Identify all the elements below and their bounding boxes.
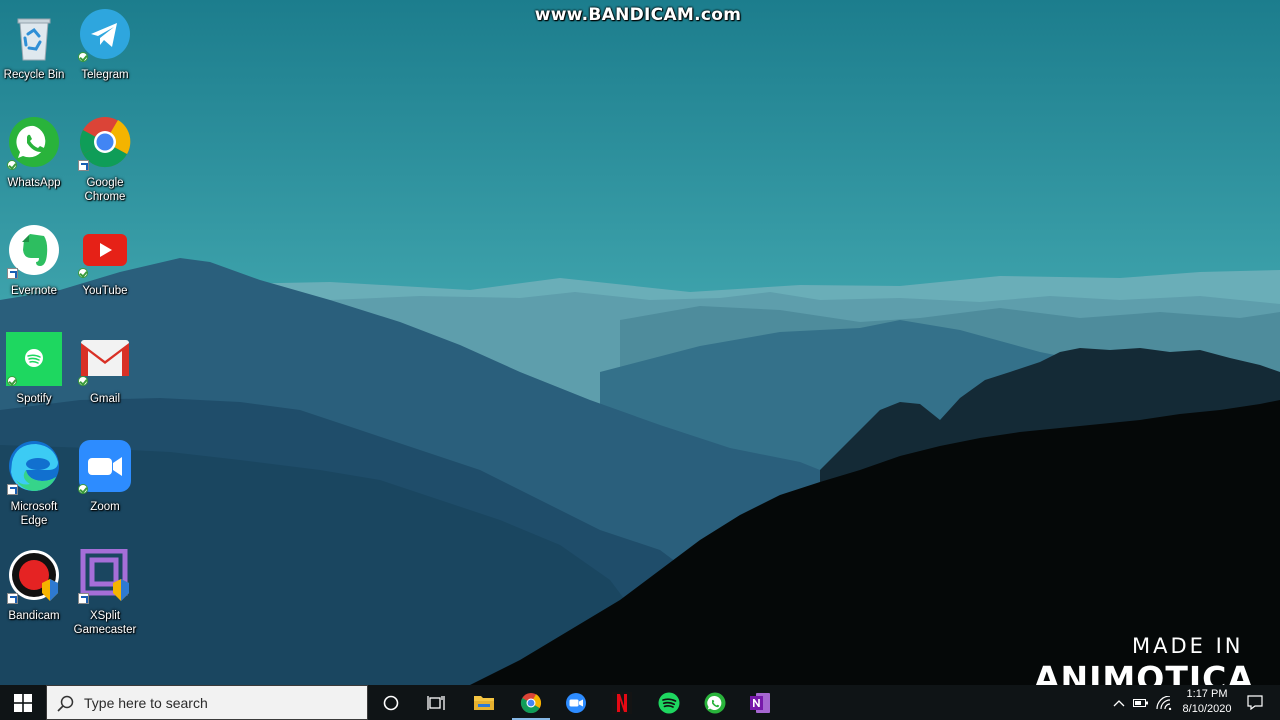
sync-status-icon [7,376,17,386]
desktop-icon-telegram[interactable]: Telegram [69,8,141,112]
sync-status-icon [7,160,17,170]
desktop-icon-youtube[interactable]: YouTube [69,224,141,328]
whatsapp-icon [704,692,726,713]
desktop-icon-zoom[interactable]: Zoom [69,440,141,544]
shortcut-arrow-icon [78,593,89,604]
desktop-icon-whatsapp[interactable]: WhatsApp [0,116,70,220]
sync-status-icon [78,52,88,62]
desktop-wallpaper [0,0,1280,685]
desktop-icon-label: Recycle Bin [3,69,65,81]
taskbar-spotify[interactable] [646,685,692,720]
netflix-icon [612,691,632,714]
sync-status-icon [78,376,88,386]
zoom-icon [566,692,586,713]
clock-date: 8/10/2020 [1182,703,1232,715]
taskbar: Type here to search 1:17 PM 8/10/2020 [0,685,1280,720]
taskbar-netflix[interactable] [599,685,645,720]
desktop-icon-spotify[interactable]: Spotify [0,332,70,436]
action-center-icon [1247,695,1263,710]
desktop-icon-label: Telegram [81,69,129,81]
taskbar-onenote[interactable] [737,685,783,720]
sync-status-icon [78,484,88,494]
taskbar-clock[interactable]: 1:17 PM 8/10/2020 [1178,687,1236,719]
chevron-up-icon [1113,699,1125,706]
clock-time: 1:17 PM [1186,688,1228,700]
chrome-icon [520,692,542,713]
bandicam-watermark: www.BANDICAM.com [534,5,742,25]
battery-icon [1133,698,1148,707]
show-hidden-icons-button[interactable] [1110,685,1128,720]
desktop-icon-evernote[interactable]: Evernote [0,224,70,328]
desktop-icon-recycle-bin[interactable]: Recycle Bin [0,8,70,112]
desktop-icon-label: Zoom [90,501,120,513]
desktop-icon-label: Spotify [16,393,52,405]
action-center-button[interactable] [1242,685,1268,720]
start-button[interactable] [0,685,46,720]
desktop-icon-gmail[interactable]: Gmail [69,332,141,436]
sync-status-icon [78,268,88,278]
desktop-icon-bandicam[interactable]: Bandicam [0,549,70,653]
search-icon [57,695,74,712]
wifi-icon [1156,695,1172,710]
desktop-icon-label: WhatsApp [7,177,61,189]
taskbar-file-explorer[interactable] [461,685,507,720]
shortcut-arrow-icon [7,484,18,495]
recycle-bin-icon [6,8,62,64]
network-indicator[interactable] [1154,685,1174,720]
taskbar-chrome[interactable] [508,685,554,720]
cortana-circle-icon [383,695,399,710]
desktop-icon-label: YouTube [82,285,128,297]
desktop-icon-label: Evernote [10,285,58,297]
windows-logo-icon [14,693,32,712]
desktop-icon-label: Gmail [89,393,121,405]
shortcut-arrow-icon [78,160,89,171]
desktop-icon-google-chrome[interactable]: Google Chrome [69,116,141,220]
desktop-icon-xsplit-gamecaster[interactable]: XSplit Gamecaster [69,549,141,653]
search-placeholder: Type here to search [84,695,208,711]
desktop-icon-label: Microsoft Edge [10,501,58,527]
taskbar-search-box[interactable]: Type here to search [46,685,368,720]
spotify-icon [658,692,680,713]
desktop-icon-microsoft-edge[interactable]: Microsoft Edge [0,440,70,544]
cortana-button[interactable] [368,685,414,720]
onenote-icon [750,692,770,713]
battery-indicator[interactable] [1131,685,1151,720]
made-in-watermark: MADE IN [1132,634,1244,658]
desktop-icon-label: XSplit Gamecaster [73,610,137,636]
task-view-button[interactable] [413,685,459,720]
task-view-icon [427,695,445,710]
folder-icon [474,695,494,710]
shortcut-arrow-icon [7,268,18,279]
desktop-icon-label: Bandicam [8,610,60,622]
shortcut-arrow-icon [7,593,18,604]
taskbar-whatsapp[interactable] [692,685,738,720]
taskbar-zoom[interactable] [553,685,599,720]
desktop-icon-label: Google Chrome [84,177,126,203]
